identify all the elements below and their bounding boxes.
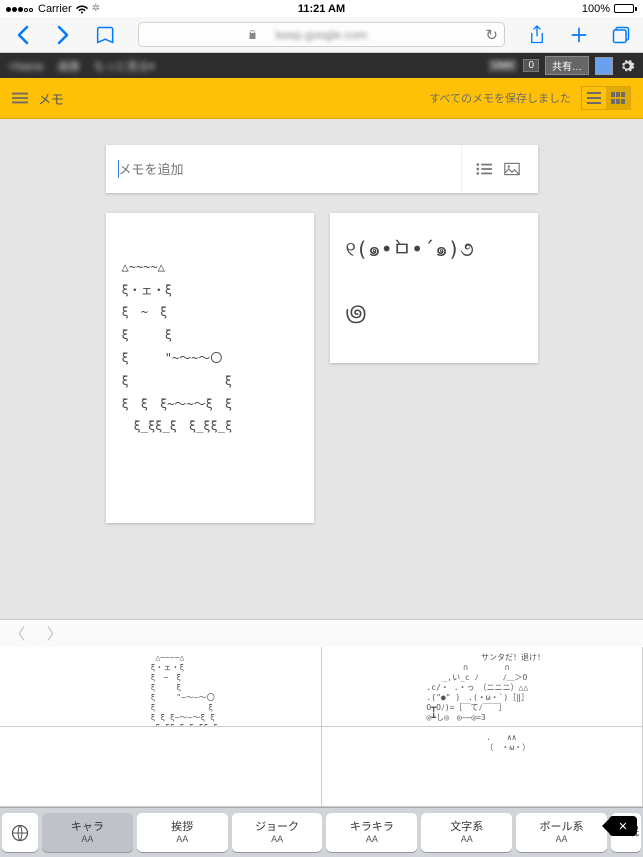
google-plus-bar: +Name 画像 もっと見る▾ User 0 共有…	[0, 53, 643, 78]
keep-saved-status: すべてのメモを保存しました	[429, 90, 571, 106]
list-view-button[interactable]	[582, 87, 606, 109]
google-user-label: User	[488, 59, 517, 72]
reload-icon[interactable]: ↻	[485, 26, 498, 44]
keyboard-selector-nav: 〈 〉	[0, 619, 643, 647]
bookmarks-button[interactable]	[92, 21, 120, 49]
keep-content: △~~~~△ ξ・ェ・ξ ξ ~ ξ ξ ξ ξ "~～~～〇 ξ ξ ξ ξ …	[0, 119, 643, 619]
menu-icon[interactable]	[12, 92, 28, 104]
candidate-cell[interactable]: サンタだ！退け！ ∩ ∩ _,い_c ﾉ ﾉ＿＞O .c/・ .・っ （ニニニ）…	[322, 647, 643, 727]
delete-key[interactable]: ✕	[609, 816, 637, 836]
back-button[interactable]	[8, 21, 36, 49]
wifi-icon	[76, 4, 88, 14]
keep-title: メモ	[38, 89, 64, 108]
forward-button[interactable]	[50, 21, 78, 49]
next-candidate-button[interactable]: 〉	[47, 623, 62, 644]
keyboard-category-row: キャラAA挨拶AAジョークAAキラキラAA文字系AAボール系AA睡眠A✕	[0, 807, 643, 857]
note-card[interactable]: ୧(๑•̀ㅁ•́๑)૭ ಄	[330, 213, 538, 363]
prev-candidate-button[interactable]: 〈	[10, 623, 25, 644]
add-note-bar[interactable]	[106, 145, 538, 193]
category-key[interactable]: 文字系AA	[421, 813, 512, 852]
address-bar[interactable]: keep.google.com ↻	[138, 22, 505, 47]
category-key[interactable]: ボール系AA	[516, 813, 607, 852]
image-note-icon[interactable]	[498, 155, 526, 183]
globe-key[interactable]	[2, 813, 38, 852]
notes-grid: △~~~~△ ξ・ェ・ξ ξ ~ ξ ξ ξ ξ "~～~～〇 ξ ξ ξ ξ …	[106, 213, 538, 523]
category-key[interactable]: ジョークAA	[232, 813, 323, 852]
keyboard-candidates: △~~~~△ ξ・ェ・ξ ξ ~ ξ ξ ξ ξ "~～~～〇 ξ ξ ξ ξ …	[0, 647, 643, 807]
candidate-cell[interactable]: △~~~~△ ξ・ェ・ξ ξ ~ ξ ξ ξ ξ "~～~～〇 ξ ξ ξ ξ …	[0, 647, 322, 727]
category-key[interactable]: キャラAA	[42, 813, 133, 852]
url-text: keep.google.com	[276, 28, 367, 42]
category-key[interactable]: キラキラAA	[326, 813, 417, 852]
view-toggle	[581, 86, 631, 110]
list-note-icon[interactable]	[470, 155, 498, 183]
avatar[interactable]	[595, 57, 613, 75]
google-share-button[interactable]: 共有…	[545, 56, 589, 75]
note-card[interactable]: △~~~~△ ξ・ェ・ξ ξ ~ ξ ξ ξ ξ "~～~～〇 ξ ξ ξ ξ …	[106, 213, 314, 523]
google-plus-left: +Name 画像 もっと見る▾	[8, 58, 154, 74]
share-button[interactable]	[523, 21, 551, 49]
signal-dots-icon	[6, 3, 34, 15]
keep-header: メモ すべてのメモを保存しました	[0, 78, 643, 119]
tabs-button[interactable]	[607, 21, 635, 49]
new-tab-button[interactable]	[565, 21, 593, 49]
candidate-cell[interactable]	[0, 727, 322, 807]
lock-icon	[248, 29, 257, 40]
safari-toolbar: keep.google.com ↻	[0, 17, 643, 53]
gear-icon[interactable]	[619, 58, 635, 74]
carrier-label: Carrier	[38, 3, 72, 15]
battery-pct: 100%	[582, 3, 610, 15]
category-key[interactable]: 挨拶AA	[137, 813, 228, 852]
grid-view-button[interactable]	[606, 87, 630, 109]
loading-spinner-icon: ✲	[92, 3, 100, 14]
battery-icon	[614, 4, 637, 13]
notifications-count[interactable]: 0	[523, 59, 539, 72]
globe-icon	[10, 823, 30, 843]
candidate-cell[interactable]: . ∧∧ （ ・ω・）	[322, 727, 643, 807]
ios-status-bar: Carrier ✲ 11:21 AM 100%	[0, 0, 643, 17]
add-note-input[interactable]	[119, 162, 453, 177]
